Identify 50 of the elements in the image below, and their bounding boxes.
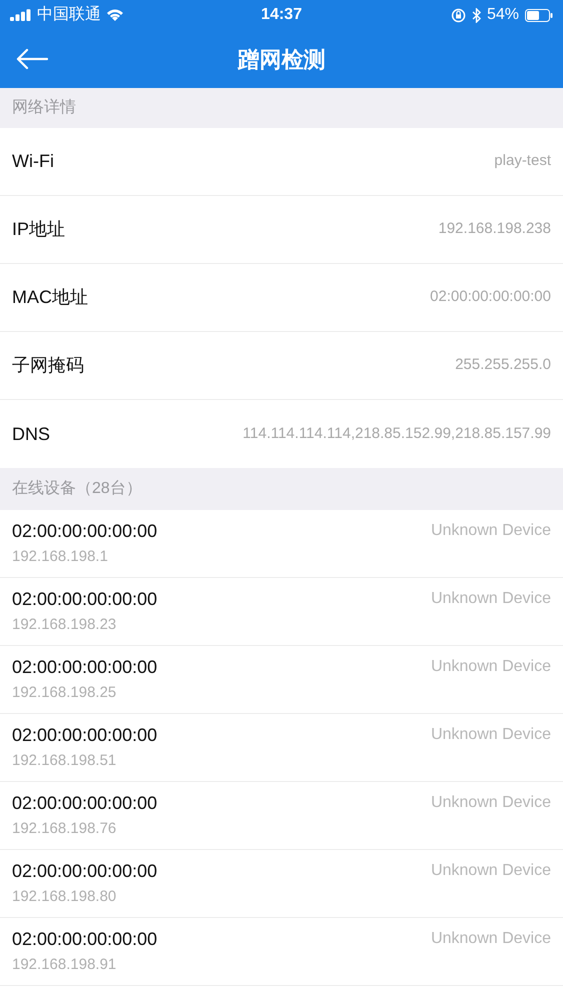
detail-label: DNS xyxy=(12,422,50,446)
device-mac: 02:00:00:00:00:00 xyxy=(12,792,158,814)
back-arrow-icon xyxy=(16,48,48,70)
detail-value: play-test xyxy=(494,151,551,172)
device-name: Unknown Device xyxy=(430,929,551,949)
detail-value: 192.168.198.238 xyxy=(438,219,551,240)
detail-label: MAC地址 xyxy=(12,286,88,309)
device-row[interactable]: 02:00:00:00:00:00 192.168.198.25 Unknown Device xyxy=(0,646,563,714)
detail-value: 114.114.114.114,218.85.152.99,218.85.157.99 xyxy=(242,424,551,444)
page-title: 蹭网检测 xyxy=(238,46,326,74)
device-ip: 192.168.198.80 xyxy=(12,888,118,906)
device-ip: 192.168.198.23 xyxy=(12,616,118,634)
bluetooth-icon xyxy=(472,8,481,22)
signal-icon xyxy=(10,9,32,21)
detail-value: 255.255.255.0 xyxy=(455,355,551,376)
device-name: Unknown Device xyxy=(430,793,551,813)
device-mac: 02:00:00:00:00:00 xyxy=(12,860,158,882)
carrier-name: 中国联通 xyxy=(37,4,101,25)
detail-label: 子网掩码 xyxy=(12,354,84,377)
status-time: 14:37 xyxy=(261,5,302,25)
device-mac: 02:00:00:00:00:00 xyxy=(12,520,158,542)
section-header: 网络详情 xyxy=(12,98,76,118)
device-row[interactable]: 02:00:00:00:00:00 192.168.198.1 Unknown Device xyxy=(0,510,563,578)
battery-icon xyxy=(525,8,554,22)
device-ip: 192.168.198.51 xyxy=(12,752,118,770)
battery-percent: 54% xyxy=(486,5,520,25)
detail-label: IP地址 xyxy=(12,218,66,241)
wifi-icon xyxy=(106,8,124,22)
device-name: Unknown Device xyxy=(430,521,551,541)
device-row[interactable]: 02:00:00:00:00:00 192.168.198.23 Unknown Device xyxy=(0,578,563,646)
device-mac: 02:00:00:00:00:00 xyxy=(12,724,158,746)
device-ip: 192.168.198.76 xyxy=(12,820,118,838)
detail-label: Wi-Fi xyxy=(12,150,54,173)
device-ip: 192.168.198.1 xyxy=(12,548,109,566)
device-mac: 02:00:00:00:00:00 xyxy=(12,928,158,950)
device-name: Unknown Device xyxy=(430,657,551,677)
device-ip: 192.168.198.91 xyxy=(12,956,118,974)
rotation-lock-icon xyxy=(450,8,466,22)
detail-value: 02:00:00:00:00:00 xyxy=(430,287,551,308)
device-row[interactable]: 02:00:00:00:00:00 192.168.198.80 Unknown Device xyxy=(0,850,563,918)
device-row[interactable]: 02:00:00:00:00:00 192.168.198.76 Unknown Device xyxy=(0,782,563,850)
device-name: Unknown Device xyxy=(430,589,551,609)
device-name: Unknown Device xyxy=(430,725,551,745)
device-mac: 02:00:00:00:00:00 xyxy=(12,588,158,610)
section-header: 在线设备（28台） xyxy=(12,478,142,499)
device-row[interactable]: 02:00:00:00:00:00 192.168.198.51 Unknown Device xyxy=(0,714,563,782)
device-ip: 192.168.198.25 xyxy=(12,684,118,702)
device-name: Unknown Device xyxy=(430,861,551,881)
device-row[interactable]: 02:00:00:00:00:00 192.168.198.91 Unknown Device xyxy=(0,918,563,986)
device-mac: 02:00:00:00:00:00 xyxy=(12,656,158,678)
